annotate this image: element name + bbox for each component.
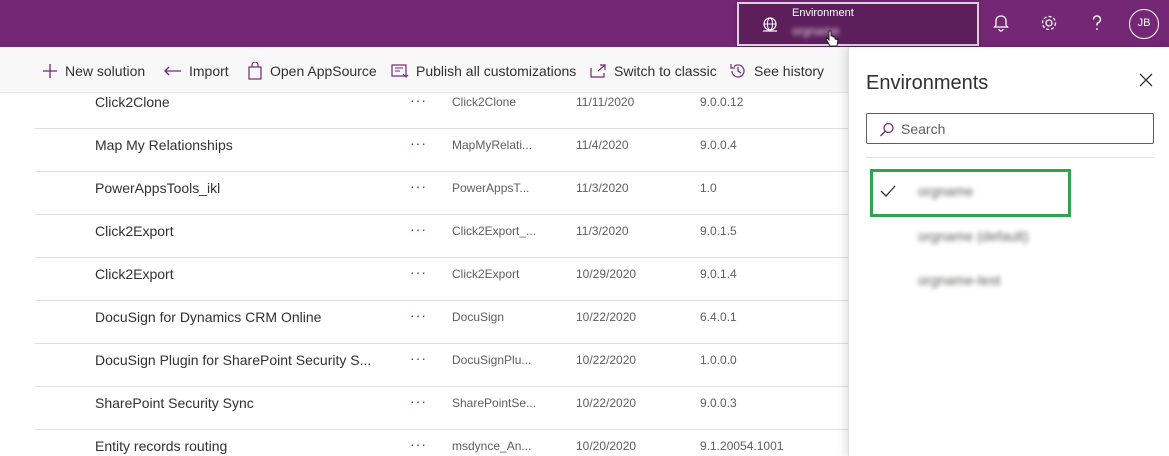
import-icon — [164, 66, 181, 76]
solution-unique-name: PowerAppsT... — [452, 181, 530, 195]
avatar[interactable]: JB — [1129, 9, 1159, 39]
solution-name[interactable]: SharePoint Security Sync — [95, 395, 254, 411]
more-actions-button[interactable]: ··· — [410, 135, 427, 151]
external-link-icon — [590, 64, 606, 78]
solution-modified-date: 10/22/2020 — [576, 396, 637, 410]
close-icon[interactable] — [1139, 73, 1153, 87]
table-row[interactable]: Map My Relationships ··· MapMyRelati... … — [35, 129, 848, 172]
search-icon — [880, 122, 894, 137]
environment-label: Environment — [792, 7, 854, 19]
new-solution-button[interactable]: New solution — [42, 61, 145, 81]
solution-name[interactable]: DocuSign Plugin for SharePoint Security … — [95, 352, 371, 368]
table-row[interactable]: DocuSign for Dynamics CRM Online ··· Doc… — [35, 301, 848, 344]
more-actions-button[interactable]: ··· — [410, 93, 427, 108]
solution-name[interactable]: Click2Clone — [95, 94, 170, 110]
table-row[interactable]: Entity records routing ··· msdynce_An...… — [35, 430, 848, 456]
environment-option[interactable]: orgname (default) — [866, 217, 1154, 257]
more-actions-button[interactable]: ··· — [410, 221, 427, 237]
solution-modified-date: 10/29/2020 — [576, 267, 637, 281]
solution-name[interactable]: PowerAppsTools_ikl — [95, 180, 220, 196]
solution-version: 1.0.0.0 — [700, 353, 737, 367]
publish-all-customizations-label: Publish all customizations — [416, 63, 577, 79]
solution-name[interactable]: Click2Export — [95, 223, 174, 239]
gear-icon[interactable] — [1038, 12, 1060, 34]
selection-highlight-box — [870, 169, 1071, 217]
more-actions-button[interactable]: ··· — [410, 393, 427, 409]
solution-version: 9.0.0.3 — [700, 396, 737, 410]
solution-unique-name: MapMyRelati... — [452, 138, 533, 152]
solution-version: 1.0 — [700, 181, 717, 195]
more-actions-button[interactable]: ··· — [410, 178, 427, 194]
see-history-label: See history — [754, 63, 825, 79]
solution-modified-date: 10/22/2020 — [576, 310, 637, 324]
shopping-bag-icon — [248, 62, 262, 80]
environments-panel: Environments orgname orgname (default) o… — [848, 47, 1169, 456]
environment-search-box[interactable] — [866, 113, 1154, 144]
solution-modified-date: 10/22/2020 — [576, 353, 637, 367]
solution-unique-name: DocuSign — [452, 310, 505, 324]
table-row[interactable]: SharePoint Security Sync ··· SharePointS… — [35, 387, 848, 430]
solution-name[interactable]: Click2Export — [95, 266, 174, 282]
solution-unique-name: DocuSignPlu... — [452, 353, 532, 367]
open-appsource-button[interactable]: Open AppSource — [247, 61, 377, 81]
solution-name[interactable]: Map My Relationships — [95, 137, 233, 153]
solution-modified-date: 11/3/2020 — [576, 181, 629, 195]
more-actions-button[interactable]: ··· — [410, 264, 427, 280]
open-appsource-label: Open AppSource — [270, 63, 377, 79]
new-solution-label: New solution — [65, 63, 146, 79]
command-bar: New solution Import Open AppSource Publi… — [0, 47, 848, 93]
hand-cursor-icon — [825, 30, 839, 47]
help-icon[interactable] — [1086, 12, 1108, 34]
solution-modified-date: 11/4/2020 — [576, 138, 629, 152]
environment-option[interactable]: orgname-test — [866, 261, 1154, 301]
table-row[interactable]: Click2Clone ··· Click2Clone 11/11/2020 9… — [35, 93, 848, 129]
history-icon — [730, 64, 745, 78]
solution-name[interactable]: Entity records routing — [95, 438, 227, 454]
top-bar: Environment orgname JB — [0, 0, 1169, 47]
more-actions-button[interactable]: ··· — [410, 436, 427, 452]
switch-to-classic-button[interactable]: Switch to classic — [590, 61, 717, 81]
solution-unique-name: Click2Clone — [452, 95, 517, 109]
solution-version: 6.4.0.1 — [700, 310, 737, 324]
solution-unique-name: msdynce_An... — [452, 439, 532, 453]
solutions-grid: Click2Clone ··· Click2Clone 11/11/2020 9… — [0, 93, 848, 456]
solution-unique-name: Click2Export — [452, 267, 520, 281]
more-actions-button[interactable]: ··· — [410, 350, 427, 366]
publish-icon — [391, 64, 409, 78]
solution-version: 9.0.0.12 — [700, 95, 744, 109]
see-history-button[interactable]: See history — [729, 61, 824, 81]
switch-to-classic-label: Switch to classic — [614, 63, 717, 79]
solution-version: 9.0.1.5 — [700, 224, 737, 238]
environment-picker[interactable]: Environment orgname — [737, 2, 979, 47]
bell-icon[interactable] — [990, 12, 1012, 34]
table-row[interactable]: DocuSign Plugin for SharePoint Security … — [35, 344, 848, 387]
environment-name: orgname-test — [918, 272, 1001, 288]
search-input[interactable] — [901, 120, 1141, 138]
solution-version: 9.0.0.4 — [700, 138, 737, 152]
solution-unique-name: SharePointSe... — [452, 396, 537, 410]
solution-version: 9.1.20054.1001 — [700, 439, 784, 453]
plus-icon — [43, 64, 57, 78]
environment-name: orgname (default) — [918, 228, 1029, 244]
import-label: Import — [189, 63, 229, 79]
solution-modified-date: 10/20/2020 — [576, 439, 637, 453]
publish-all-customizations-button[interactable]: Publish all customizations — [391, 61, 576, 81]
solution-version: 9.0.1.4 — [700, 267, 737, 281]
globe-icon — [763, 17, 777, 32]
import-button[interactable]: Import — [164, 61, 229, 81]
more-actions-button[interactable]: ··· — [410, 307, 427, 323]
divider — [866, 157, 1154, 158]
solution-name[interactable]: DocuSign for Dynamics CRM Online — [95, 309, 321, 325]
table-row[interactable]: PowerAppsTools_ikl ··· PowerAppsT... 11/… — [35, 172, 848, 215]
panel-title: Environments — [866, 72, 989, 94]
table-row[interactable]: Click2Export ··· Click2Export 10/29/2020… — [35, 258, 848, 301]
solution-unique-name: Click2Export_... — [452, 224, 537, 238]
table-row[interactable]: Click2Export ··· Click2Export_... 11/3/2… — [35, 215, 848, 258]
solution-modified-date: 11/11/2020 — [576, 95, 635, 109]
solution-modified-date: 11/3/2020 — [576, 224, 629, 238]
